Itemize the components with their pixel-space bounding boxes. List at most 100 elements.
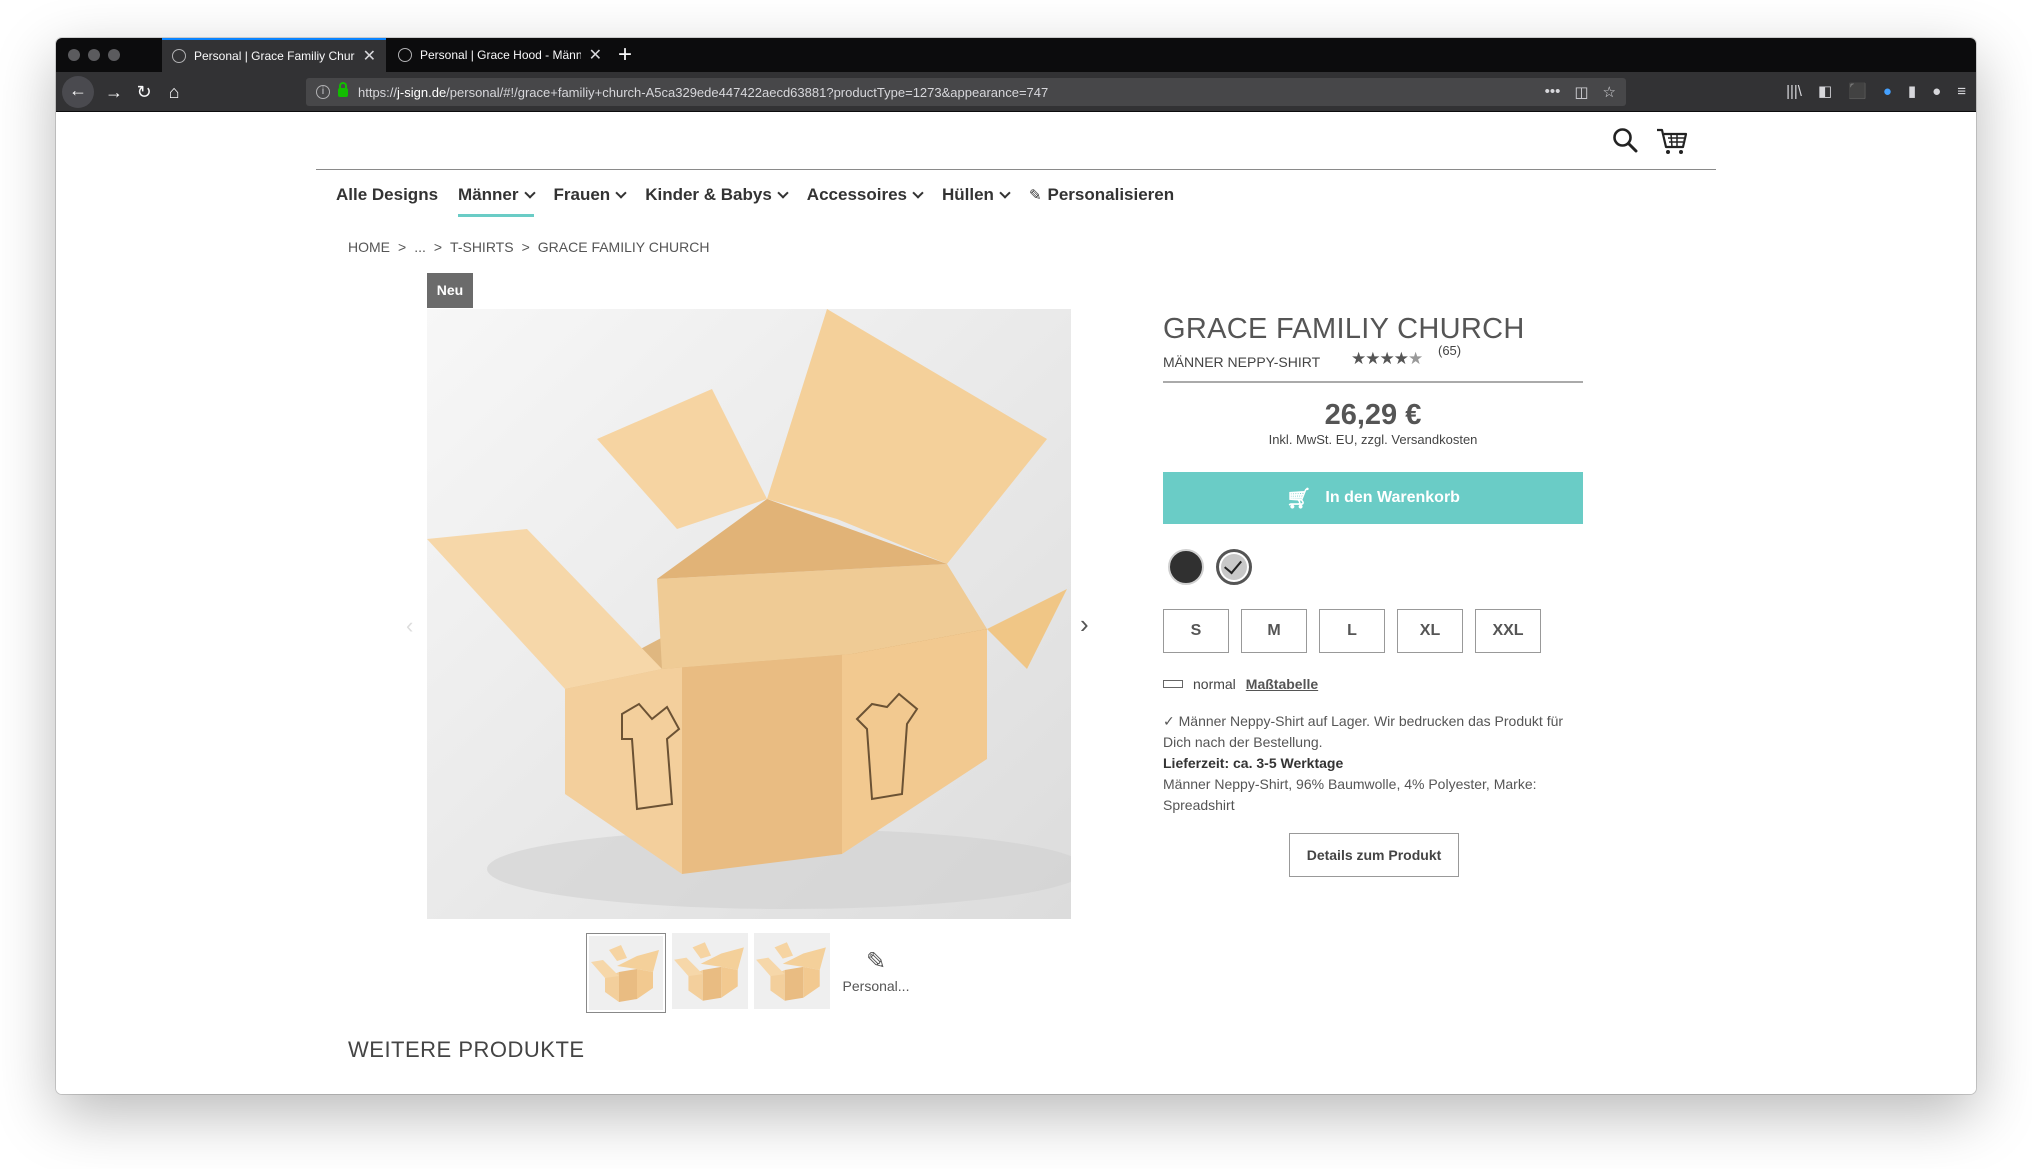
back-button[interactable]: ← [62,76,94,108]
size-option-s[interactable]: S [1163,609,1229,653]
next-image-arrow-icon[interactable]: › [1080,609,1089,640]
product-description: ✓ Männer Neppy-Shirt auf Lager. Wir bedr… [1163,711,1593,816]
divider [1163,381,1583,383]
breadcrumb-ellipsis[interactable]: ... [414,239,426,255]
url-text: https://j-sign.de/personal/#!/grace+fami… [358,84,1049,100]
nav-item-personalisieren[interactable]: ✎ Personalisieren [1029,185,1174,217]
pencil-icon: ✎ [865,948,887,975]
nav-item-frauen[interactable]: Frauen [554,185,627,217]
breadcrumb-category[interactable]: T-SHIRTS [450,239,514,255]
price: 26,29 € [1324,399,1422,431]
breadcrumb-separator: > [433,239,443,255]
nav-item-accessoires[interactable]: Accessoires [807,185,924,217]
size-option-xl[interactable]: XL [1397,609,1463,653]
globe-icon [172,49,186,63]
sidebar-icon[interactable]: ◧ [1818,78,1832,106]
size-selector: S M L XL XXL [1163,609,1541,653]
star-icon: ★ [1365,349,1380,368]
chevron-down-icon [912,186,924,199]
fit-info: normal Maßtabelle [1163,676,1318,692]
web-page: Alle Designs Männer Frauen Kinder & Baby… [56,113,1976,1094]
search-icon[interactable] [1612,127,1638,153]
shopping-cart-icon[interactable] [1656,127,1688,155]
product-title: GRACE FAMILIY CHURCH [1163,313,1525,345]
browser-window: Personal | Grace Familiy Church ✕ Person… [56,38,1976,1094]
page-actions-icon[interactable]: ••• [1545,83,1561,101]
reload-button[interactable]: ↻ [130,78,158,106]
library-icon[interactable]: |||\ [1786,78,1802,106]
personalize-label: Personal... [842,978,910,994]
close-tab-icon[interactable]: ✕ [363,46,376,66]
checkmark-icon [1224,555,1242,575]
pdf-extension-icon[interactable]: ⬛ [1848,78,1867,106]
half-star-icon: ★ [1408,349,1423,368]
nav-item-huellen[interactable]: Hüllen [942,185,1011,217]
thumbnail-3[interactable] [754,933,830,1009]
personalize-thumbnail[interactable]: ✎ Personal... [836,933,916,1013]
add-to-cart-button[interactable]: 🛒︎ In den Warenkorb [1163,472,1583,524]
vat-note: Inkl. MwSt. EU, zzgl. Versandkosten [1268,432,1478,447]
window-zoom-dot[interactable] [108,49,120,61]
delivery-time: Lieferzeit: ca. 3-5 Werktage [1163,755,1344,771]
menu-icon[interactable]: ≡ [1957,78,1966,106]
bookmark-star-icon[interactable]: ☆ [1603,83,1616,101]
color-swatch-light-grey[interactable] [1216,549,1252,585]
size-option-m[interactable]: M [1241,609,1307,653]
size-option-xxl[interactable]: XXL [1475,609,1541,653]
tab-strip: Personal | Grace Familiy Church ✕ Person… [56,38,1976,72]
lock-icon[interactable] [338,81,348,97]
window-close-dot[interactable] [68,49,80,61]
previous-image-arrow-icon[interactable]: ‹ [406,613,413,639]
close-tab-icon[interactable]: ✕ [589,45,602,65]
cart-icon: 🛒︎ [1286,487,1312,510]
rating-stars[interactable]: ★★★★★ [1351,349,1423,369]
thumbnail-strip: ✎ Personal... [586,933,916,1013]
globe-icon [398,48,412,62]
window-minimize-dot[interactable] [88,49,100,61]
breadcrumb: HOME > ... > T-SHIRTS > GRACE FAMILIY CH… [348,239,709,255]
add-to-cart-label: In den Warenkorb [1325,489,1460,506]
main-navigation: Alle Designs Männer Frauen Kinder & Baby… [336,185,1174,217]
extension-globe-icon[interactable]: ● [1883,78,1892,106]
chevron-down-icon [523,186,536,199]
chevron-down-icon [615,186,627,199]
forward-button[interactable]: → [100,78,128,106]
size-chart-link[interactable]: Maßtabelle [1246,676,1318,692]
tab-active[interactable]: Personal | Grace Familiy Church ✕ [162,38,386,72]
home-button[interactable]: ⌂ [160,78,188,106]
chevron-down-icon [777,186,789,199]
tab-title: Personal | Grace Hood - Männer [420,48,581,62]
rating-count[interactable]: (65) [1438,343,1461,358]
breadcrumb-separator: > [521,239,530,255]
product-image[interactable] [427,309,1071,919]
product-details-button[interactable]: Details zum Produkt [1289,833,1459,877]
new-tab-button[interactable]: + [618,41,632,69]
product-subtitle: MÄNNER NEPPY-SHIRT [1163,354,1321,370]
pencil-icon: ✎ [1028,187,1042,204]
box-thumbnail [674,942,744,1001]
nav-item-kinder-babys[interactable]: Kinder & Babys [645,185,789,217]
box-illustration [427,309,1071,919]
more-products-heading: WEITERE PRODUKTE [348,1037,585,1062]
thumbnail-1[interactable] [586,933,666,1013]
stock-line: ✓ Männer Neppy-Shirt auf Lager. Wir bedr… [1163,713,1564,750]
breadcrumb-separator: > [398,239,407,255]
ruler-icon [1163,680,1183,688]
thumbnail-2[interactable] [672,933,748,1009]
size-option-l[interactable]: L [1319,609,1385,653]
url-bar[interactable]: i https://j-sign.de/personal/#!/grace+fa… [306,78,1626,106]
star-icon: ★ [1379,349,1395,368]
nav-item-maenner[interactable]: Männer [458,185,536,217]
extension-info-icon[interactable]: ● [1932,78,1941,106]
pocket-icon[interactable]: ◫ [1574,83,1588,101]
material-info: Männer Neppy-Shirt, 96% Baumwolle, 4% Po… [1163,776,1537,813]
tab-inactive[interactable]: Personal | Grace Hood - Männer ✕ [388,38,612,72]
extension-icon[interactable]: ▮ [1908,78,1916,106]
info-icon[interactable]: i [316,85,330,99]
nav-item-alle-designs[interactable]: Alle Designs [336,185,438,217]
breadcrumb-home[interactable]: HOME [348,239,390,255]
color-swatch-black[interactable] [1168,549,1204,585]
tab-title: Personal | Grace Familiy Church [194,49,355,63]
star-icon: ★ [1393,349,1409,368]
box-thumbnail [591,945,659,1002]
